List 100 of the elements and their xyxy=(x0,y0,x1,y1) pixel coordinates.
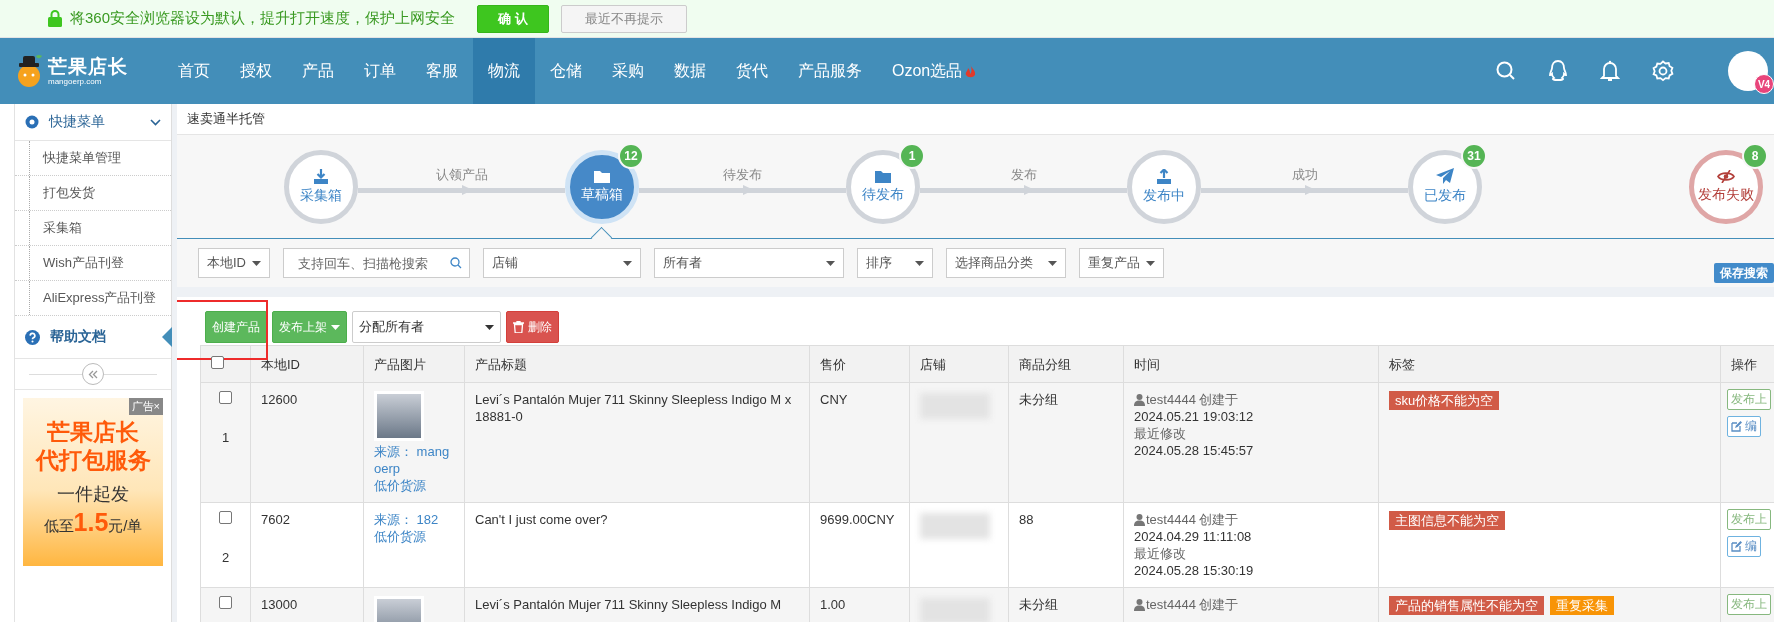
menu-item[interactable]: Wish产品刊登 xyxy=(15,246,171,281)
dropdown-button[interactable]: 重复产品 xyxy=(1079,248,1164,278)
nav-tab[interactable]: 数据 xyxy=(659,38,721,104)
ad-subtitle: 代打包服务 xyxy=(35,446,151,474)
select-field[interactable]: 选择商品分类 xyxy=(946,248,1066,278)
help-icon xyxy=(25,329,40,345)
row-checkbox[interactable] xyxy=(219,511,232,524)
source-link[interactable]: 来源： mangoerp xyxy=(374,443,454,477)
nav-tab[interactable]: 物流 xyxy=(473,38,535,104)
menu-item[interactable]: 快捷菜单管理 xyxy=(15,141,171,176)
dismiss-button[interactable]: 最近不再提示 xyxy=(561,4,688,33)
edit-button[interactable]: 编 xyxy=(1727,536,1761,557)
edit-button[interactable]: 编 xyxy=(1727,416,1761,437)
ad-banner[interactable]: 广告× 芒果店长 代打包服务 一件起发 低至1.5元/单 xyxy=(23,398,163,566)
confirm-button[interactable]: 确 认 xyxy=(477,4,550,33)
table-cell: CNY xyxy=(820,392,848,407)
select-field[interactable]: 排序 xyxy=(857,248,933,278)
step-label: 认领产品 xyxy=(435,166,488,184)
user-icon xyxy=(1134,393,1145,406)
nav-tab[interactable]: 产品服务 xyxy=(783,38,877,104)
save-search-button[interactable]: 保存搜索 xyxy=(1714,263,1774,283)
caret-icon xyxy=(915,260,924,266)
table-cell: 7602 xyxy=(261,512,290,527)
user-avatar[interactable] xyxy=(1728,51,1768,91)
modified-label: 最近修改 xyxy=(1134,426,1186,441)
ad-text: 一件起发 xyxy=(57,483,129,506)
select-field[interactable]: 店铺 xyxy=(483,248,641,278)
nav-tab[interactable]: 产品 xyxy=(287,38,349,104)
table-cell: 88 xyxy=(1019,512,1034,527)
source-link[interactable]: 来源： 182 xyxy=(374,511,454,528)
search-field[interactable]: 支持回车、扫描枪搜索 xyxy=(283,248,470,278)
nav-tab[interactable]: 授权 xyxy=(225,38,287,104)
column-header: 标签 xyxy=(1389,356,1415,372)
gear-icon xyxy=(25,115,39,129)
row-checkbox[interactable] xyxy=(219,596,232,609)
owner-select[interactable]: 分配所有者 xyxy=(352,311,501,343)
pointer-arrow xyxy=(162,327,172,347)
menu-item[interactable]: 打包发货 xyxy=(15,176,171,211)
publish-button[interactable]: 发布上 xyxy=(1727,389,1771,410)
paper-plane-icon xyxy=(1436,168,1454,184)
ad-tag[interactable]: 广告× xyxy=(128,398,163,415)
nav-tab[interactable]: 客服 xyxy=(411,38,473,104)
step-label: 待发布 xyxy=(723,166,762,184)
caret-icon xyxy=(826,260,835,266)
status-tag: 主图信息不能为空 xyxy=(1389,511,1505,530)
ad-text: 元/单 xyxy=(108,517,143,536)
menu-item[interactable]: 采集箱 xyxy=(15,211,171,246)
create-product-button[interactable]: 创建产品 xyxy=(205,311,267,343)
nav-tab[interactable]: 仓储 xyxy=(535,38,597,104)
help-link[interactable]: 帮助文档 xyxy=(15,316,171,359)
download-icon xyxy=(313,168,329,184)
product-title: Can't I just come over? xyxy=(475,512,608,527)
timestamp: 2024.05.28 15:45:57 xyxy=(1134,443,1254,458)
publish-dropdown-button[interactable]: 发布上架 xyxy=(272,311,347,343)
search-icon xyxy=(450,257,462,269)
count-badge: 12 xyxy=(618,142,644,169)
eye-slash-icon xyxy=(1717,169,1735,183)
menu-item[interactable]: AliExpress产品刊登 xyxy=(15,281,171,316)
delete-button[interactable]: 删除 xyxy=(506,311,559,343)
cheap-source-link[interactable]: 低价货源 xyxy=(374,528,454,545)
status-tag: sku价格不能为空 xyxy=(1389,391,1500,410)
modified-label: 最近修改 xyxy=(1134,546,1186,561)
search-icon[interactable] xyxy=(1496,61,1516,81)
trash-icon xyxy=(513,321,524,333)
table-cell: 1.00 xyxy=(820,597,846,612)
dropdown-button[interactable]: 本地ID xyxy=(198,248,270,278)
step-button[interactable]: 采集箱 xyxy=(284,149,358,224)
settings-icon[interactable] xyxy=(1652,60,1674,82)
lock-icon xyxy=(48,10,62,27)
column-header: 产品图片 xyxy=(374,356,426,372)
status-tag: 产品的销售属性不能为空 xyxy=(1389,596,1544,615)
timestamp: 2024.04.29 11:11:08 xyxy=(1134,529,1252,544)
column-header: 商品分组 xyxy=(1019,356,1071,372)
nav-tab[interactable]: 货代 xyxy=(721,38,783,104)
user-icon xyxy=(1134,598,1145,611)
nav-tab[interactable]: 订单 xyxy=(349,38,411,104)
nav-tab[interactable]: Ozon选品 xyxy=(877,38,992,104)
folder-icon xyxy=(594,169,610,183)
penguin-icon[interactable] xyxy=(1548,60,1568,82)
collapse-button[interactable] xyxy=(82,363,104,385)
publish-button[interactable]: 发布上 xyxy=(1727,509,1771,530)
bell-icon[interactable] xyxy=(1600,60,1620,82)
step-button[interactable]: 发布中 xyxy=(1127,149,1201,224)
select-all-checkbox[interactable] xyxy=(211,355,224,369)
product-title: Levi´s Pantalón Mujer 711 Skinny Sleepless Indigo M xyxy=(475,597,782,612)
upload-icon xyxy=(1156,168,1172,184)
caret-icon xyxy=(331,324,340,330)
column-header: 店铺 xyxy=(920,356,946,372)
ad-text: 低至 xyxy=(43,517,74,536)
cheap-source-link[interactable]: 低价货源 xyxy=(374,477,454,494)
brand-name: 芒果店长 xyxy=(48,56,128,76)
timestamp: 2024.05.21 19:03:12 xyxy=(1134,409,1254,424)
publish-button[interactable]: 发布上 xyxy=(1727,594,1771,615)
breadcrumb: 速卖通半托管 xyxy=(187,110,265,128)
nav-tab[interactable]: 采购 xyxy=(597,38,659,104)
select-field[interactable]: 所有者 xyxy=(654,248,844,278)
column-header: 售价 xyxy=(820,356,846,372)
caret-icon xyxy=(623,260,632,266)
nav-tab[interactable]: 首页 xyxy=(163,38,225,104)
row-checkbox[interactable] xyxy=(219,391,232,404)
